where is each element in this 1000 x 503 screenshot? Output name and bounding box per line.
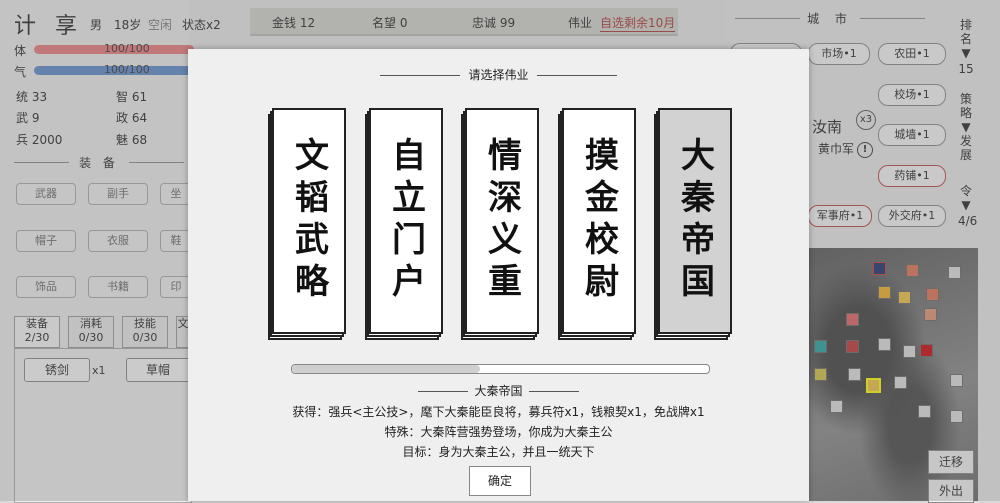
card-face: 文韬武略	[272, 108, 346, 334]
feat-card[interactable]: 摸金校尉	[558, 108, 636, 340]
feat-reward: 获得：强兵<主公技>，麾下大秦能臣良将，募兵符x1，钱粮契x1，免战牌x1	[292, 405, 705, 419]
feat-card-selected[interactable]: 大秦帝国	[654, 108, 732, 340]
feat-special: 特殊：大秦阵营强势登场，你成为大秦主公	[384, 425, 613, 439]
divider	[418, 391, 469, 392]
scrollbar-thumb[interactable]	[292, 365, 480, 373]
feat-card-title: 文韬武略	[288, 137, 329, 305]
selected-feat-title: 大秦帝国	[474, 384, 523, 398]
feat-card-title: 自立门户	[385, 137, 426, 305]
card-scrollbar[interactable]	[291, 364, 710, 374]
dialog-title: 请选择伟业	[468, 68, 529, 82]
card-face: 大秦帝国	[658, 108, 732, 334]
feat-card[interactable]: 文韬武略	[268, 108, 346, 340]
feat-card[interactable]: 自立门户	[365, 108, 443, 340]
feat-card-title: 摸金校尉	[578, 137, 619, 305]
dialog-title-row: 请选择伟业	[188, 66, 809, 83]
card-face: 情深义重	[465, 108, 539, 334]
divider	[528, 391, 579, 392]
card-face: 摸金校尉	[562, 108, 636, 334]
feat-goal: 目标：身为大秦主公，并且一统天下	[402, 445, 595, 459]
divider	[536, 75, 617, 76]
feat-select-dialog: 请选择伟业 文韬武略 自立门户 情深义重 摸金校尉 大秦帝国 大秦帝国 获得：强…	[188, 49, 809, 501]
confirm-button[interactable]: 确定	[469, 466, 531, 496]
card-face: 自立门户	[369, 108, 443, 334]
feat-card[interactable]: 情深义重	[461, 108, 539, 340]
divider	[380, 75, 461, 76]
feat-card-title: 大秦帝国	[674, 137, 715, 305]
feat-card-title: 情深义重	[481, 137, 522, 305]
selected-title-row: 大秦帝国	[188, 382, 809, 399]
